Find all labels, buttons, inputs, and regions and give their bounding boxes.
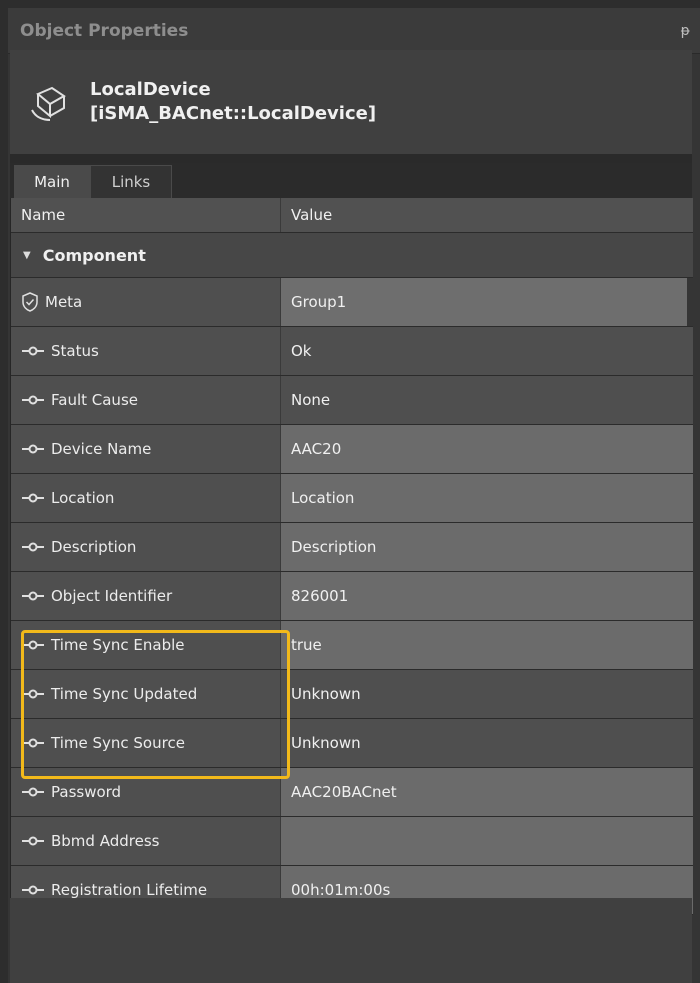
panel-titlebar: Object Properties ᵽ [8, 8, 700, 54]
chevron-down-icon[interactable]: ▼ [23, 250, 31, 261]
table-row: Status Ok [11, 327, 693, 376]
property-name: Meta [45, 293, 83, 311]
property-value-field[interactable]: true [281, 621, 693, 669]
table-row: Fault Cause None [11, 376, 693, 425]
object-type: [iSMA_BACnet::LocalDevice] [90, 103, 377, 124]
table-row: Bbmd Address [11, 817, 693, 866]
slot-icon [22, 444, 44, 454]
slot-icon [22, 493, 44, 503]
column-header-name[interactable]: Name [11, 198, 281, 232]
slot-icon [22, 395, 44, 405]
property-grid: Name Value ▼ Component Meta Group1 Statu… [10, 198, 693, 915]
property-value-field[interactable]: Group1 [281, 278, 687, 326]
property-value-field[interactable]: Description [281, 523, 693, 571]
property-value-field[interactable]: AAC20BACnet [281, 768, 693, 816]
slot-icon [22, 836, 44, 846]
table-row: Meta Group1 [11, 278, 693, 327]
slot-icon [22, 885, 44, 895]
table-row: Time Sync Updated Unknown [11, 670, 693, 719]
slot-icon [22, 738, 44, 748]
tab-links[interactable]: Links [90, 165, 172, 198]
property-name: Registration Lifetime [51, 881, 208, 899]
pin-icon[interactable]: ᵽ [681, 23, 690, 39]
device-icon [31, 86, 66, 121]
property-name: Time Sync Enable [51, 636, 185, 654]
property-name: Bbmd Address [51, 832, 160, 850]
table-row: Device Name AAC20 [11, 425, 693, 474]
slot-icon [22, 787, 44, 797]
property-name: Password [51, 783, 122, 801]
property-value-field[interactable] [281, 817, 693, 865]
property-value-field[interactable]: AAC20 [281, 425, 693, 473]
header-separator [10, 154, 692, 163]
table-row: Description Description [11, 523, 693, 572]
slot-icon [22, 640, 44, 650]
slot-icon [22, 689, 44, 699]
table-row: Location Location [11, 474, 693, 523]
property-name: Device Name [51, 440, 152, 458]
table-row: Time Sync Enable true [11, 621, 693, 670]
group-row-component[interactable]: ▼ Component [11, 233, 693, 278]
slot-icon [22, 542, 44, 552]
property-name: Object Identifier [51, 587, 173, 605]
table-row: Password AAC20BACnet [11, 768, 693, 817]
property-value: Unknown [281, 670, 693, 718]
shield-check-icon [22, 292, 38, 312]
tab-main[interactable]: Main [14, 165, 90, 198]
property-value-field[interactable]: 826001 [281, 572, 693, 620]
property-name: Description [51, 538, 137, 556]
property-name: Status [51, 342, 99, 360]
property-value: Ok [281, 327, 693, 375]
property-name: Fault Cause [51, 391, 138, 409]
object-name: LocalDevice [90, 79, 211, 100]
table-row: Time Sync Source Unknown [11, 719, 693, 768]
slot-icon [22, 346, 44, 356]
property-value: Unknown [281, 719, 693, 767]
grid-empty-area [10, 898, 692, 983]
column-header-value[interactable]: Value [281, 198, 693, 232]
slot-icon [22, 591, 44, 601]
grid-header-row: Name Value [11, 198, 693, 233]
group-label: Component [42, 245, 146, 265]
object-header: LocalDevice [iSMA_BACnet::LocalDevice] [10, 50, 692, 154]
property-name: Location [51, 489, 115, 507]
property-value-field[interactable]: Location [281, 474, 693, 522]
property-value: None [281, 376, 693, 424]
table-row: Object Identifier 826001 [11, 572, 693, 621]
property-name: Time Sync Source [51, 734, 185, 752]
panel-title: Object Properties [20, 20, 189, 41]
property-tabs: Main Links [10, 163, 692, 198]
property-name: Time Sync Updated [51, 685, 198, 703]
